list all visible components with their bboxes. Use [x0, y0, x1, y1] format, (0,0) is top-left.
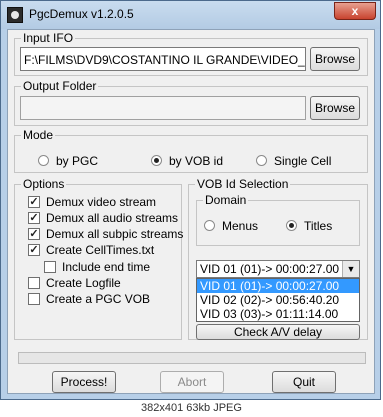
output-folder-legend: Output Folder — [21, 79, 99, 93]
radio-dot-selected — [286, 220, 297, 231]
checkbox-empty — [28, 277, 40, 289]
dropdown-item[interactable]: VID 03 (03)-> 01:11:14.00 — [197, 307, 359, 321]
radio-label: by VOB id — [169, 154, 224, 168]
checkbox-label: Demux all subpic streams — [46, 227, 184, 241]
input-ifo-legend: Input IFO — [21, 31, 76, 45]
checkbox-label: Create a PGC VOB — [46, 292, 151, 306]
radio-label: Titles — [304, 219, 333, 233]
checkmark-icon: ✓ — [28, 244, 40, 256]
app-icon — [7, 7, 23, 23]
vob-id-dropdown-list: VID 01 (01)-> 00:00:27.00 VID 02 (02)-> … — [196, 278, 360, 322]
checkbox-label: Create Logfile — [46, 276, 121, 290]
radio-label: Menus — [222, 219, 259, 233]
vob-id-selection-legend: VOB Id Selection — [195, 177, 291, 191]
image-caption: 382x401 63kb JPEG — [0, 400, 383, 417]
chevron-down-icon[interactable]: ▼ — [342, 261, 359, 277]
radio-dot — [256, 155, 267, 166]
checkbox-empty — [28, 293, 40, 305]
mode-legend: Mode — [21, 128, 56, 142]
dialog-body: Input IFO F:\FILMS\DVD9\COSTANTINO IL GR… — [7, 29, 375, 394]
quit-button[interactable]: Quit — [272, 371, 336, 393]
browse-output-button[interactable]: Browse — [310, 96, 360, 120]
vob-id-combobox[interactable]: VID 01 (01)-> 00:00:27.00 ▼ — [196, 260, 360, 278]
checkbox-label: Demux all audio streams — [46, 211, 179, 225]
dropdown-item[interactable]: VID 01 (01)-> 00:00:27.00 — [197, 279, 359, 293]
radio-dot — [38, 155, 49, 166]
checkbox-label: Create CellTimes.txt — [46, 243, 155, 257]
checkmark-icon: ✓ — [28, 228, 40, 240]
checkmark-icon: ✓ — [28, 196, 40, 208]
combo-value: VID 01 (01)-> 00:00:27.00 — [200, 262, 340, 276]
input-ifo-field[interactable]: F:\FILMS\DVD9\COSTANTINO IL GRANDE\VIDEO… — [20, 47, 306, 71]
domain-group: Domain — [196, 193, 360, 246]
radio-dot — [204, 220, 215, 231]
options-legend: Options — [21, 177, 67, 191]
window-title: PgcDemux v1.2.0.5 — [29, 7, 134, 21]
checkmark-icon: ✓ — [28, 212, 40, 224]
output-folder-field[interactable] — [20, 96, 306, 120]
process-button[interactable]: Process! — [52, 371, 116, 393]
checkbox-label: Include end time — [62, 260, 151, 274]
browse-input-button[interactable]: Browse — [310, 47, 360, 71]
dropdown-item[interactable]: VID 02 (02)-> 00:56:40.20 — [197, 293, 359, 307]
radio-label: by PGC — [56, 154, 99, 168]
progress-bar — [18, 352, 366, 364]
radio-dot-selected — [151, 155, 162, 166]
checkbox-empty — [44, 261, 56, 273]
check-av-delay-button[interactable]: Check A/V delay — [196, 324, 360, 340]
checkbox-label: Demux video stream — [46, 195, 157, 209]
app-window: PgcDemux v1.2.0.5 x Input IFO F:\FILMS\D… — [0, 0, 381, 400]
radio-label: Single Cell — [274, 154, 332, 168]
title-bar[interactable]: PgcDemux v1.2.0.5 x — [1, 1, 380, 29]
close-button[interactable]: x — [334, 2, 376, 20]
abort-button[interactable]: Abort — [160, 371, 224, 393]
domain-legend: Domain — [203, 193, 249, 207]
